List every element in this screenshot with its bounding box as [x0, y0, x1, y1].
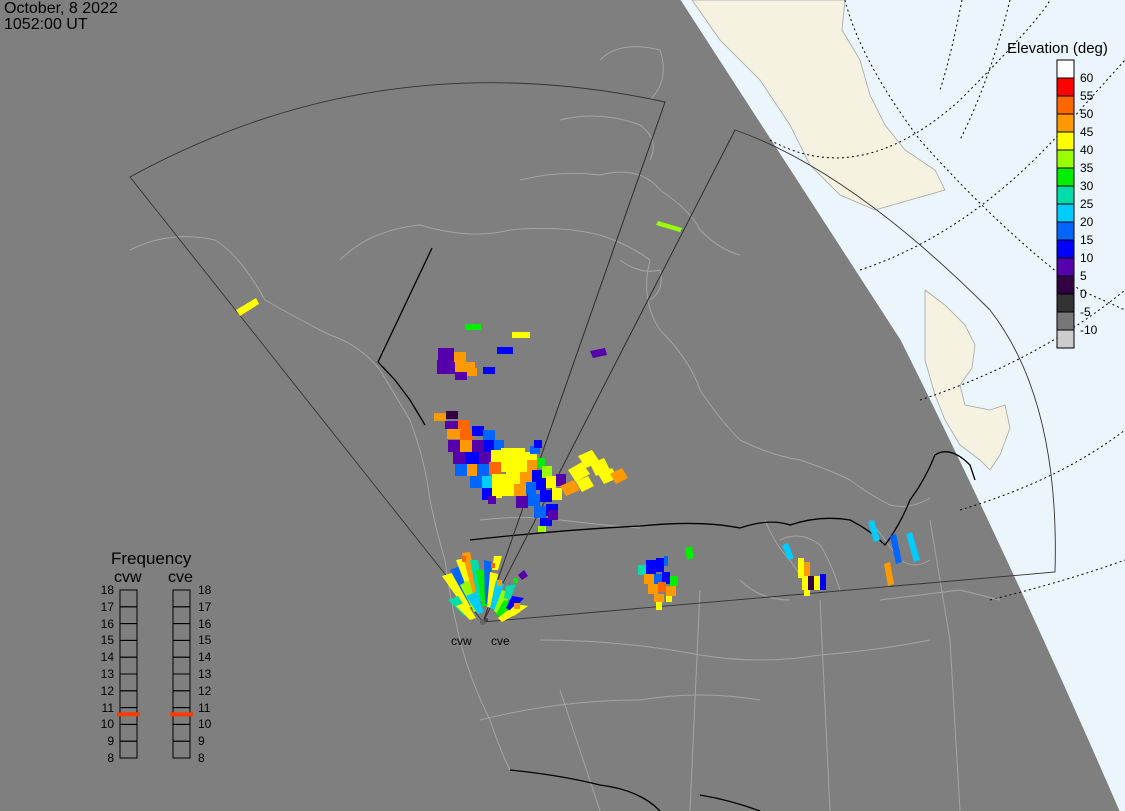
elevation-label: 50: [1080, 107, 1094, 121]
frequency-marker-cvw: [117, 712, 140, 717]
elevation-label: 0: [1080, 287, 1087, 301]
elevation-swatch: [1056, 293, 1075, 313]
radar-echoes: [236, 221, 920, 622]
frequency-tick-left: 18: [100, 583, 114, 597]
frequency-cvw-label: cvw: [114, 569, 142, 586]
frequency-tick-right: 16: [198, 616, 212, 631]
frequency-cell-cvw: [119, 639, 138, 658]
frequency-tick-right: 11: [198, 700, 211, 715]
elevation-label: 30: [1080, 179, 1094, 193]
radar-site-cve: [484, 618, 488, 622]
frequency-tick-right: 17: [198, 599, 212, 614]
frequency-cell-cvw: [119, 589, 138, 608]
frequency-tick-right: 10: [198, 717, 212, 732]
elevation-label: 20: [1080, 215, 1094, 229]
radar-map-view: October, 8 2022 1052:00 UT cvw cve Frequ…: [0, 0, 1125, 811]
elevation-swatch: [1056, 113, 1075, 133]
elevation-swatch: [1056, 275, 1075, 295]
frequency-tick-left: 15: [100, 633, 114, 648]
frequency-title: Frequency: [111, 549, 192, 568]
elevation-swatch: [1056, 167, 1075, 187]
frequency-cell-cvw: [119, 723, 138, 742]
frequency-cell-cvw: [119, 673, 138, 692]
frequency-cell-cve: [172, 656, 191, 675]
elevation-swatch: [1056, 257, 1075, 277]
frequency-cell-cve: [172, 639, 191, 658]
elevation-swatch: [1056, 149, 1075, 169]
elevation-label: 15: [1080, 233, 1094, 247]
political-borders: [377, 247, 976, 811]
frequency-cell-cvw: [119, 740, 138, 759]
frequency-marker-cve: [170, 712, 193, 717]
frequency-tick-left: 16: [100, 616, 114, 631]
elevation-label: 55: [1080, 89, 1094, 103]
elevation-colorbar: [1056, 59, 1075, 349]
frequency-tick-left: 14: [100, 650, 114, 665]
elevation-label: 60: [1080, 71, 1094, 85]
frequency-cell-cvw: [119, 690, 138, 709]
elevation-label: 10: [1080, 251, 1094, 265]
frequency-cell-cvw: [119, 656, 138, 675]
radar-label-cvw: cvw: [451, 634, 472, 648]
frequency-tick-left: 10: [100, 717, 114, 732]
frequency-cell-cve: [172, 606, 191, 625]
elevation-title: Elevation (deg): [1007, 40, 1108, 57]
elevation-label: 5: [1080, 269, 1087, 283]
elevation-label: 45: [1080, 125, 1094, 139]
frequency-cell-cve: [172, 740, 191, 759]
frequency-cell-cve: [172, 690, 191, 709]
date-label: October, 8 2022: [4, 0, 118, 17]
elevation-swatch: [1056, 95, 1075, 115]
frequency-tick-right: 18: [198, 583, 212, 597]
elevation-swatch: [1056, 239, 1075, 259]
frequency-cell-cve: [172, 723, 191, 742]
map-canvas: [117, 0, 1125, 811]
frequency-tick-left: 8: [107, 751, 114, 765]
frequency-cell-cve: [172, 589, 191, 608]
elevation-swatch: [1056, 311, 1075, 331]
elevation-label: -10: [1080, 323, 1098, 337]
elevation-swatch: [1056, 203, 1075, 223]
frequency-cell-cve: [172, 673, 191, 692]
frequency-tick-right: 9: [198, 734, 205, 749]
elevation-label: 40: [1080, 143, 1094, 157]
radar-label-cve: cve: [491, 634, 510, 648]
frequency-cve-label: cve: [168, 569, 193, 586]
frequency-tick-left: 13: [100, 667, 114, 681]
frequency-tick-right: 14: [198, 650, 212, 665]
time-label: 1052:00 UT: [4, 16, 88, 33]
frequency-cell-cvw: [119, 623, 138, 641]
elevation-label: 35: [1080, 161, 1094, 175]
elevation-swatch: [1056, 329, 1075, 349]
frequency-tick-left: 12: [100, 683, 114, 698]
frequency-tick-right: 15: [198, 633, 212, 648]
elevation-swatch: [1056, 221, 1075, 241]
frequency-panel: [117, 589, 193, 759]
frequency-tick-right: 12: [198, 683, 212, 698]
frequency-tick-right: 8: [198, 751, 205, 765]
frequency-tick-left: 9: [107, 734, 114, 749]
frequency-cell-cvw: [119, 606, 138, 625]
frequency-tick-left: 17: [100, 599, 114, 614]
elevation-swatch: [1056, 77, 1075, 97]
cvw-fov-outline: [129, 82, 666, 623]
elevation-label: 25: [1080, 197, 1094, 211]
elevation-swatch: [1056, 131, 1075, 151]
frequency-tick-left: 11: [101, 700, 114, 715]
frequency-cell-cve: [172, 623, 191, 641]
frequency-tick-right: 13: [198, 667, 212, 681]
elevation-label: -5: [1080, 305, 1091, 319]
elevation-swatch: [1056, 185, 1075, 205]
elevation-swatch-top: [1056, 59, 1075, 79]
